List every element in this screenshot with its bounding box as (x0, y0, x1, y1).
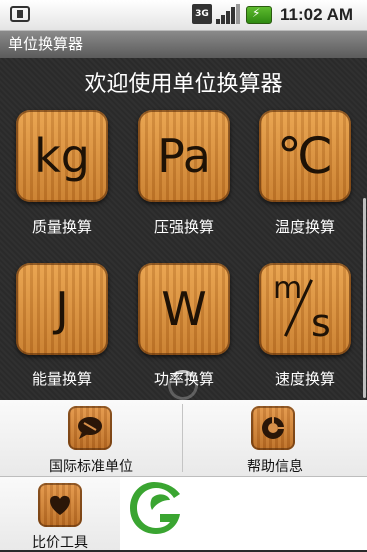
menu-label: 国际标准单位 (49, 459, 133, 475)
celsius-icon: ℃ (276, 127, 334, 185)
battery-icon (246, 6, 272, 24)
watt-icon: W (161, 282, 207, 336)
speed-convert-button[interactable]: m s (259, 263, 351, 355)
app-title: 单位换算器 (8, 35, 84, 53)
app-logo (122, 478, 186, 538)
energy-convert-label: 能量换算 (31, 370, 92, 388)
kg-icon: kg (34, 129, 90, 183)
main-panel: 欢迎使用单位换算器 kg 质量换算 Pa 压强换算 ℃ 温度换算 J 能量换算 … (0, 58, 367, 400)
status-bar: 3G 11:02 AM (0, 0, 367, 31)
temperature-convert-label: 温度换算 (274, 218, 335, 236)
scrollbar[interactable] (363, 198, 366, 398)
mass-convert-button[interactable]: kg (16, 110, 108, 202)
app-title-bar: 单位换算器 (0, 31, 367, 58)
sim-icon (10, 6, 30, 22)
welcome-heading: 欢迎使用单位换算器 (84, 72, 283, 97)
heart-icon (38, 483, 82, 527)
chat-bubble-icon (68, 406, 112, 450)
mass-convert-label: 质量换算 (31, 218, 92, 236)
temperature-convert-button[interactable]: ℃ (259, 110, 351, 202)
pressure-convert-button[interactable]: Pa (138, 110, 230, 202)
menu-label: 帮助信息 (247, 459, 303, 475)
pressure-convert-label: 压强换算 (153, 218, 214, 236)
help-icon (251, 406, 295, 450)
menu-item-si-units[interactable]: 国际标准单位 (0, 400, 182, 476)
signal-icon (216, 4, 240, 24)
pa-icon: Pa (157, 129, 211, 183)
network-type-icon: 3G (192, 4, 212, 24)
meters-per-second-icon: m s (273, 271, 331, 345)
menu-item-price-compare[interactable]: 比价工具 (0, 477, 121, 551)
speed-convert-label: 速度换算 (274, 370, 335, 388)
menu-row: 国际标准单位 帮助信息 (0, 400, 367, 477)
loading-spinner-icon (168, 370, 198, 400)
menu-label: 比价工具 (32, 535, 88, 551)
status-time: 11:02 AM (280, 5, 354, 24)
menu-item-help[interactable]: 帮助信息 (183, 400, 367, 476)
energy-convert-button[interactable]: J (16, 263, 108, 355)
joule-icon: J (55, 282, 69, 336)
power-convert-button[interactable]: W (138, 263, 230, 355)
